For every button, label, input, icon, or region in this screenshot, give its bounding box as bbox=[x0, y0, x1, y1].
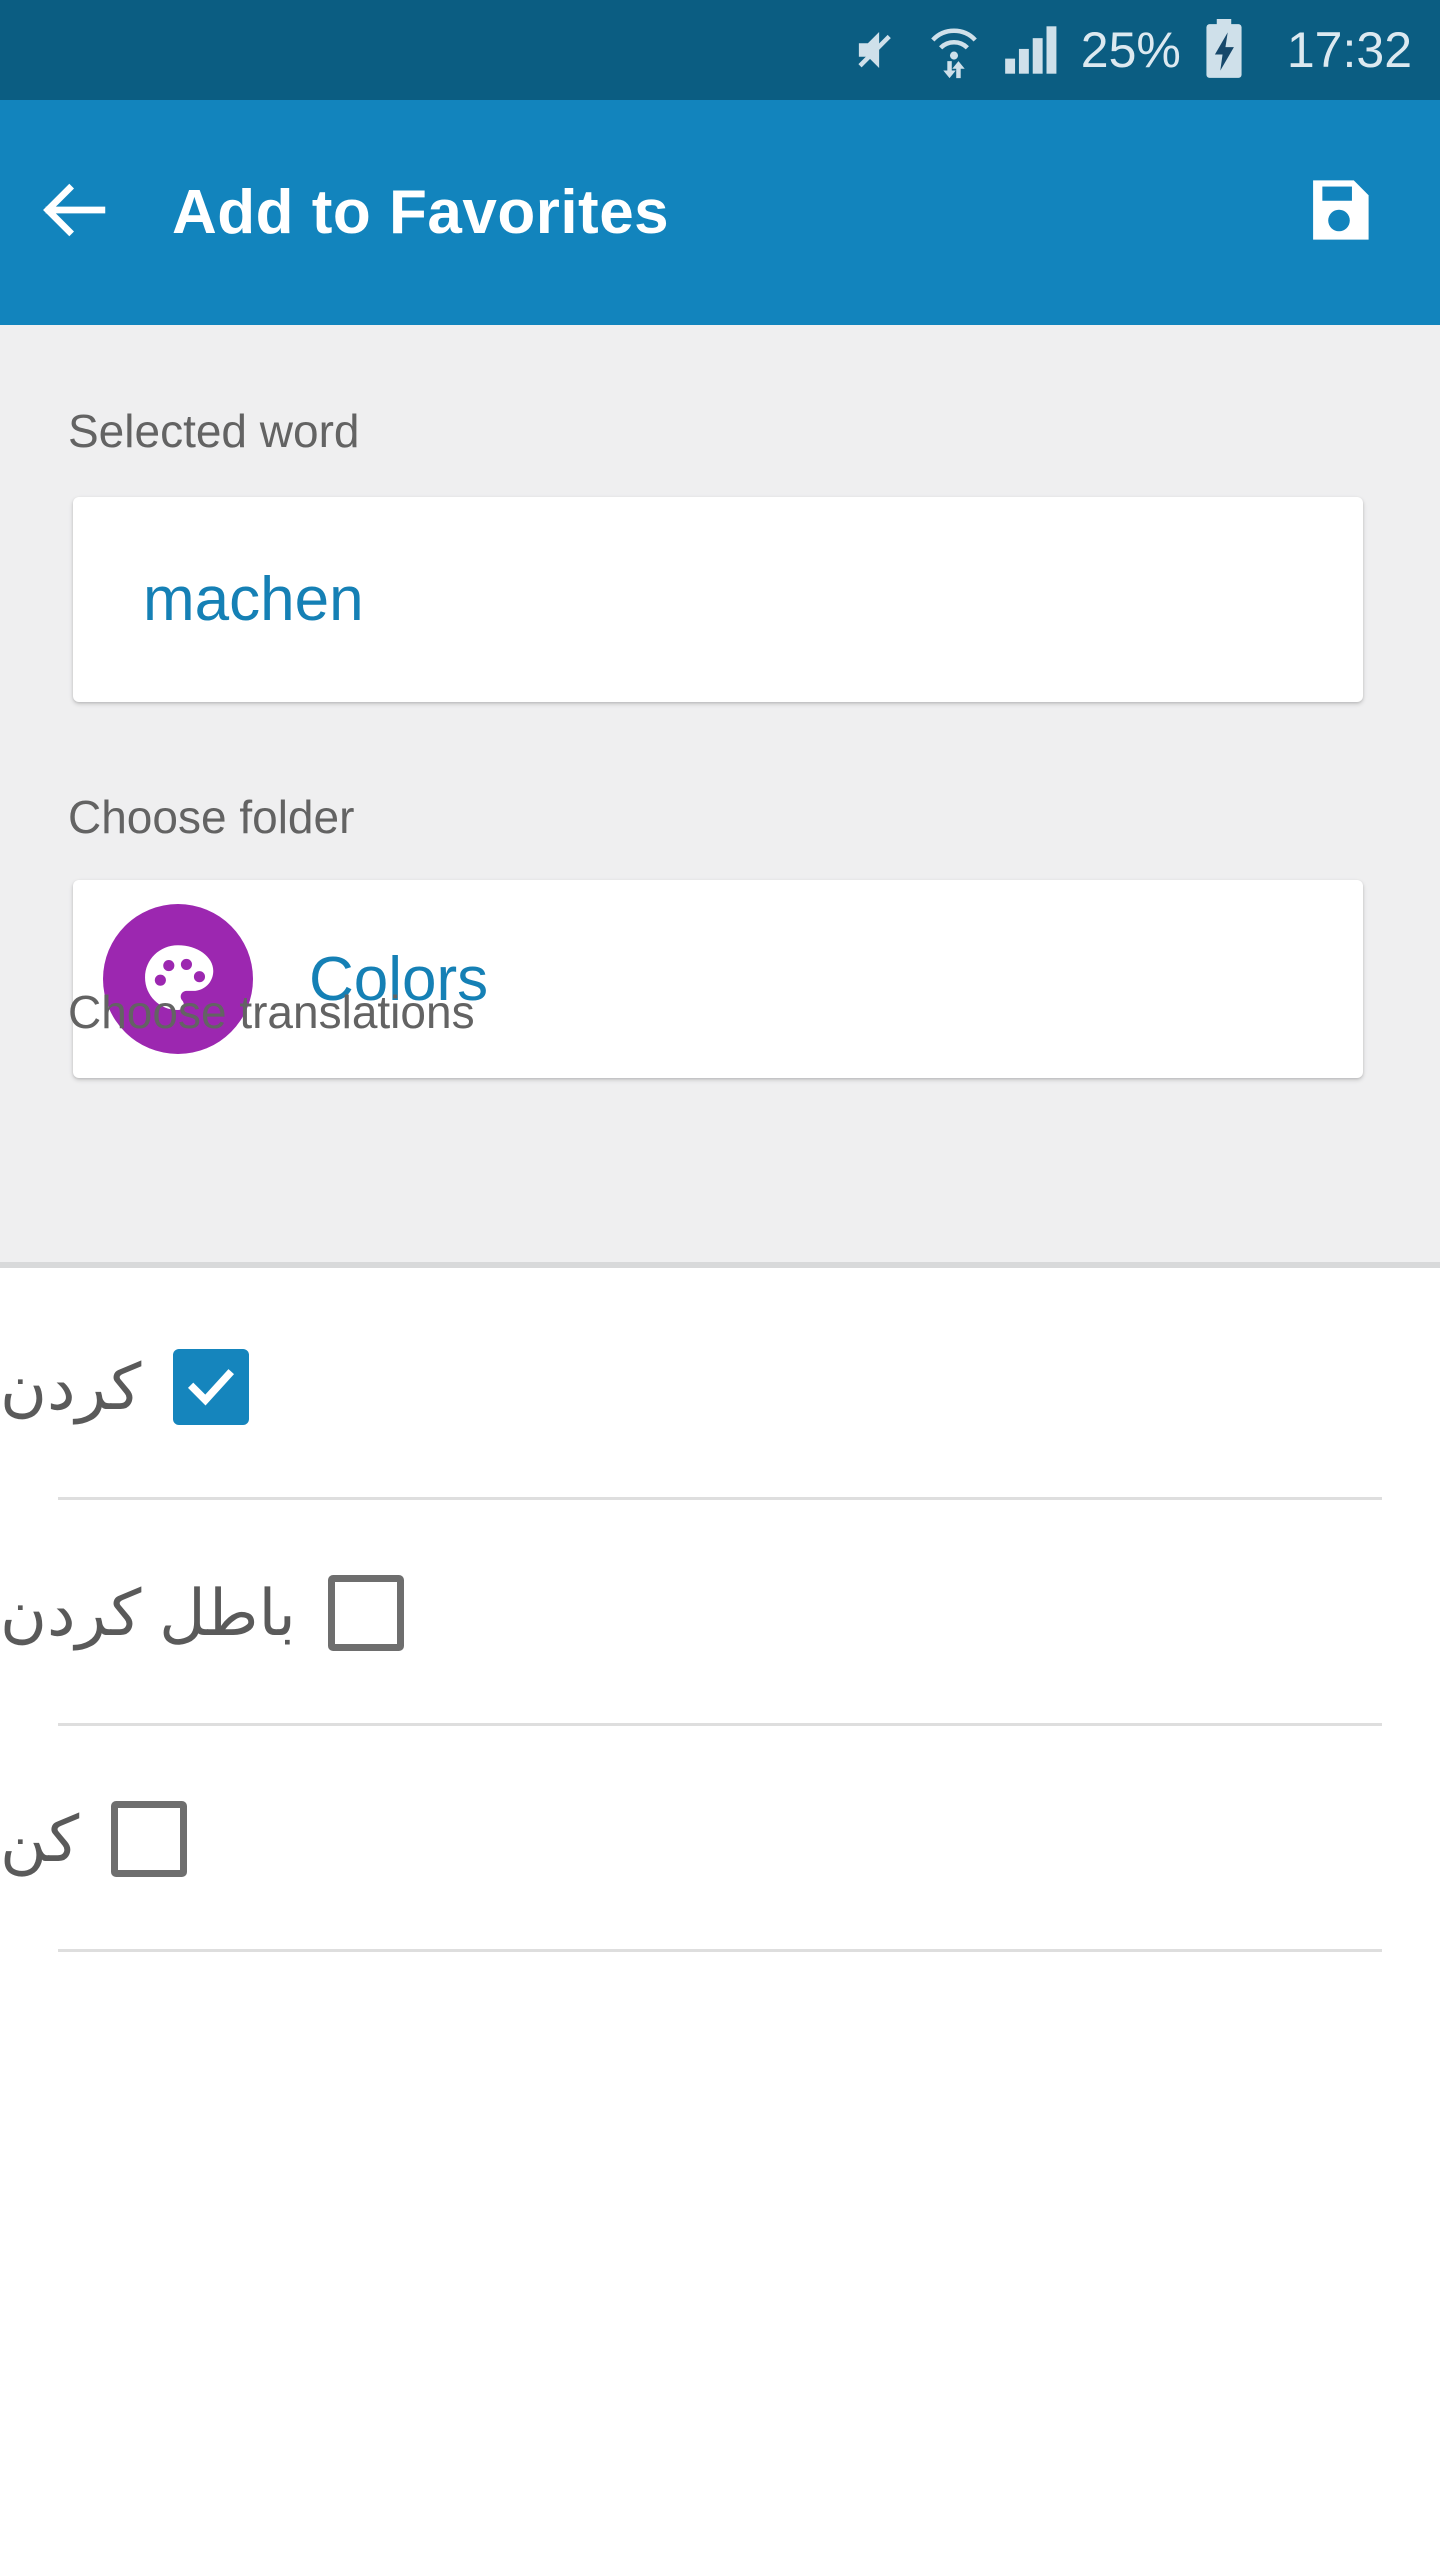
translation-checkbox-unchecked[interactable] bbox=[327, 1575, 404, 1651]
battery-charging-icon bbox=[1203, 19, 1245, 81]
choose-translations-label: Choose translations bbox=[68, 986, 475, 1038]
translations-list: کردن باطل کردن کن bbox=[0, 1274, 1440, 1952]
translation-row[interactable]: باطل کردن bbox=[0, 1500, 1440, 1726]
page-title: Add to Favorites bbox=[172, 178, 670, 247]
battery-percent-label: 25% bbox=[1080, 22, 1181, 78]
app-bar: Add to Favorites bbox=[0, 100, 1440, 325]
translation-checkbox-checked[interactable] bbox=[173, 1349, 250, 1425]
selected-word-input[interactable]: machen bbox=[73, 497, 1363, 702]
status-bar-icons: 25% 17:32 bbox=[851, 19, 1412, 81]
mute-icon bbox=[851, 23, 905, 77]
status-bar: 25% 17:32 bbox=[0, 0, 1440, 100]
translation-row[interactable]: کن bbox=[0, 1726, 1440, 1952]
translation-text: کردن bbox=[0, 1350, 142, 1423]
folder-selector[interactable]: Colors bbox=[73, 880, 1363, 1078]
cellular-signal-icon bbox=[1003, 24, 1059, 76]
form-section: Selected word machen Choose folder Color… bbox=[0, 325, 1440, 1268]
save-button[interactable] bbox=[1264, 100, 1414, 325]
empty-list-area bbox=[0, 1952, 1440, 2560]
app-screen: 25% 17:32 Add to Favorites Selected word… bbox=[0, 0, 1440, 2560]
translation-checkbox-unchecked[interactable] bbox=[111, 1801, 188, 1877]
back-button[interactable] bbox=[0, 100, 150, 325]
selected-word-value: machen bbox=[143, 565, 364, 634]
section-divider bbox=[0, 1262, 1440, 1268]
translation-text: کن bbox=[0, 1802, 80, 1875]
wifi-transfer-icon bbox=[927, 21, 981, 79]
translation-row[interactable]: کردن bbox=[0, 1274, 1440, 1500]
save-floppy-icon bbox=[1302, 173, 1376, 252]
selected-word-label: Selected word bbox=[68, 405, 360, 457]
translation-text: باطل کردن bbox=[0, 1576, 296, 1649]
choose-folder-label: Choose folder bbox=[68, 791, 355, 843]
clock-label: 17:32 bbox=[1286, 22, 1412, 78]
back-arrow-icon bbox=[37, 172, 113, 253]
